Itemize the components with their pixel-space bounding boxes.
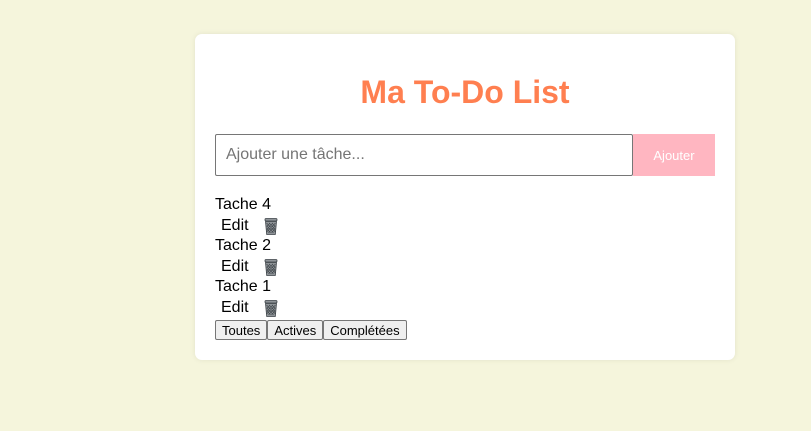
task-item: Tache 1 Edit — [215, 277, 715, 318]
trash-icon — [264, 300, 278, 317]
edit-task-button[interactable]: Edit — [217, 298, 253, 318]
task-item: Tache 4 Edit — [215, 195, 715, 236]
todo-card: Ma To-Do List Ajouter Tache 4 Edit Tache… — [195, 34, 735, 360]
edit-task-button[interactable]: Edit — [217, 257, 253, 277]
task-list: Tache 4 Edit Tache 2 Edit Tache 1 Edit — [215, 195, 715, 318]
add-task-button[interactable]: Ajouter — [633, 134, 715, 176]
delete-task-button[interactable] — [261, 298, 281, 318]
task-text[interactable]: Tache 4 — [215, 195, 271, 215]
trash-icon — [264, 259, 278, 276]
task-text[interactable]: Tache 1 — [215, 277, 271, 297]
new-task-row: Ajouter — [215, 134, 715, 176]
edit-task-button[interactable]: Edit — [217, 216, 253, 236]
delete-task-button[interactable] — [261, 216, 281, 236]
filter-completed-button[interactable]: Complétées — [323, 320, 407, 340]
delete-task-button[interactable] — [261, 257, 281, 277]
task-item: Tache 2 Edit — [215, 236, 715, 277]
new-task-input[interactable] — [215, 134, 633, 176]
filter-bar: Toutes Actives Complétées — [215, 320, 407, 340]
filter-active-button[interactable]: Actives — [267, 320, 324, 340]
page-title: Ma To-Do List — [360, 74, 570, 110]
filter-all-button[interactable]: Toutes — [215, 320, 268, 340]
task-text[interactable]: Tache 2 — [215, 236, 271, 256]
trash-icon — [264, 218, 278, 235]
